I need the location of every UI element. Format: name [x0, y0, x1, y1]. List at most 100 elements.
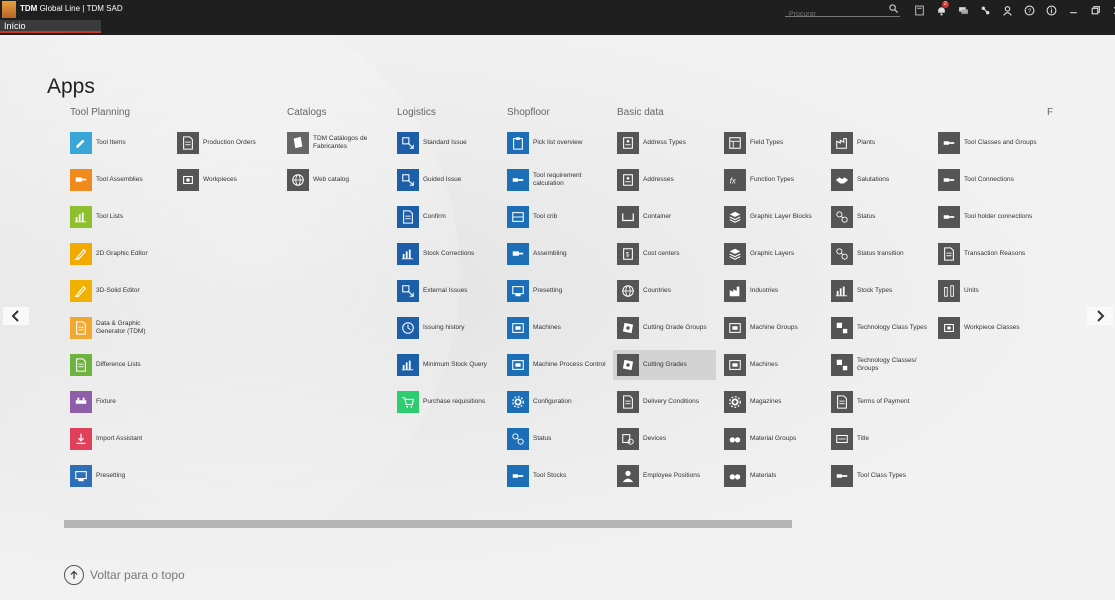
notifications-icon[interactable]: 2: [930, 1, 952, 17]
issue-icon: [397, 280, 419, 302]
app-tile-label: TDM Catálogos de Fabricantes: [313, 135, 368, 150]
app-tile-technology-classes-groups[interactable]: Technology Classes/ Groups: [827, 350, 930, 380]
app-tile-issuing-history[interactable]: Issuing history: [393, 313, 496, 343]
app-tile-fixture[interactable]: Fixture: [66, 387, 169, 417]
horizontal-scrollbar[interactable]: [64, 520, 792, 528]
app-tile-cutting-grades[interactable]: Cutting Grades: [613, 350, 716, 380]
app-tile-guided-issue[interactable]: Guided Issue: [393, 165, 496, 195]
app-tile-purchase-requisitions[interactable]: Purchase requisitions: [393, 387, 496, 417]
restore-icon[interactable]: [1084, 3, 1106, 17]
app-tile-tool-class-types[interactable]: Tool Class Types: [827, 461, 930, 491]
app-tile-workpieces[interactable]: Workpieces: [173, 165, 276, 195]
close-icon[interactable]: [1106, 3, 1115, 17]
user-icon[interactable]: [996, 3, 1018, 17]
scroll-left-button[interactable]: [3, 307, 29, 325]
app-tile-data-graphic-generator-tdm[interactable]: Data & Graphic Generator (TDM): [66, 313, 169, 343]
app-tile-presetting[interactable]: Presetting: [66, 461, 169, 491]
app-tile-field-types[interactable]: Field Types: [720, 128, 823, 158]
minimize-icon[interactable]: [1062, 3, 1084, 17]
connections-icon[interactable]: [974, 3, 996, 17]
app-tile-plants[interactable]: Plants: [827, 128, 930, 158]
app-tile-cost-centers[interactable]: $ Cost centers: [613, 239, 716, 269]
app-logo: [2, 1, 16, 18]
app-tile-label: Graphic Layers: [750, 250, 795, 257]
app-tile-graphic-layers[interactable]: Graphic Layers: [720, 239, 823, 269]
app-tile-2d-graphic-editor[interactable]: 2D Graphic Editor: [66, 239, 169, 269]
app-tile-delivery-conditions[interactable]: Delivery Conditions: [613, 387, 716, 417]
save-icon[interactable]: [908, 3, 930, 17]
app-tile-label: Cutting Grade Groups: [643, 324, 707, 331]
app-tile-tool-crib[interactable]: Tool crib: [503, 202, 606, 232]
document-icon: [938, 243, 960, 265]
app-tile-transaction-reasons[interactable]: Transaction Reasons: [934, 239, 1037, 269]
app-tile-title[interactable]: Title: [827, 424, 930, 454]
app-tile-units[interactable]: Units: [934, 276, 1037, 306]
app-tile-devices[interactable]: Devices: [613, 424, 716, 454]
app-tile-graphic-layer-blocks[interactable]: Graphic Layer Blocks: [720, 202, 823, 232]
app-tile-magazines[interactable]: Magazines: [720, 387, 823, 417]
scroll-right-button[interactable]: [1087, 307, 1113, 325]
app-tile-presetting[interactable]: Presetting: [503, 276, 606, 306]
back-to-top-link[interactable]: Voltar para o topo: [64, 565, 185, 585]
app-tile-cutting-grade-groups[interactable]: Cutting Grade Groups: [613, 313, 716, 343]
app-tile-web-catalog[interactable]: Web catalog: [283, 165, 386, 195]
app-tile-pick-list-overview[interactable]: Pick list overview: [503, 128, 606, 158]
globe-icon: [287, 169, 309, 191]
chat-icon[interactable]: [952, 3, 974, 17]
app-tile-tool-connections[interactable]: Tool Connections: [934, 165, 1037, 195]
app-tile-production-orders[interactable]: Production Orders: [173, 128, 276, 158]
app-tile-tool-classes-and-groups[interactable]: Tool Classes and Groups: [934, 128, 1037, 158]
app-tile-machines[interactable]: Machines: [720, 350, 823, 380]
app-tile-function-types[interactable]: fx Function Types: [720, 165, 823, 195]
app-tile-label: Countries: [643, 287, 671, 294]
search-box[interactable]: [785, 3, 900, 20]
app-tile-external-issues[interactable]: External Issues: [393, 276, 496, 306]
app-tile-difference-lists[interactable]: Difference Lists: [66, 350, 169, 380]
app-tile-countries[interactable]: Countries: [613, 276, 716, 306]
app-tile-configuration[interactable]: Configuration: [503, 387, 606, 417]
app-tile-status[interactable]: Status: [827, 202, 930, 232]
app-tile-confirm[interactable]: Confirm: [393, 202, 496, 232]
app-tile-terms-of-payment[interactable]: Terms of Payment: [827, 387, 930, 417]
app-tile-tool-stocks[interactable]: Tool Stocks: [503, 461, 606, 491]
app-tile-assembling[interactable]: Assembling: [503, 239, 606, 269]
app-tile-machine-process-control[interactable]: Machine Process Control: [503, 350, 606, 380]
app-tile-container[interactable]: Container: [613, 202, 716, 232]
app-tile-stock-corrections[interactable]: Stock Corrections: [393, 239, 496, 269]
app-tile-tool-requirement-calculation[interactable]: Tool requirement calculation: [503, 165, 606, 195]
app-tile-status[interactable]: Status: [503, 424, 606, 454]
help-icon[interactable]: ?: [1018, 3, 1040, 17]
app-tile-workpiece-classes[interactable]: Workpiece Classes: [934, 313, 1037, 343]
app-tile-machines[interactable]: Machines: [503, 313, 606, 343]
handshake-icon: [831, 169, 853, 191]
app-tile-import-assistant[interactable]: Import Assistant: [66, 424, 169, 454]
app-tile-address-types[interactable]: Address Types: [613, 128, 716, 158]
app-tile-3d-solid-editor[interactable]: 3D-Solid Editor: [66, 276, 169, 306]
app-tile-tdm-cat-logos-de-fabricantes[interactable]: TDM Catálogos de Fabricantes: [283, 128, 386, 158]
issue-icon: [397, 132, 419, 154]
app-tile-addresses[interactable]: Addresses: [613, 165, 716, 195]
app-tile-label: Stock Types: [857, 287, 893, 294]
app-tile-tool-assemblies[interactable]: Tool Assemblies: [66, 165, 169, 195]
fixture-icon: [70, 391, 92, 413]
pencil-icon: [70, 243, 92, 265]
app-tile-salutations[interactable]: Salutations: [827, 165, 930, 195]
app-tile-tool-holder-connections[interactable]: Tool holder connections: [934, 202, 1037, 232]
app-tile-materials[interactable]: Materials: [720, 461, 823, 491]
app-tile-machine-groups[interactable]: Machine Groups: [720, 313, 823, 343]
app-tile-tool-lists[interactable]: Tool Lists: [66, 202, 169, 232]
search-icon[interactable]: [889, 4, 898, 13]
search-input[interactable]: [785, 9, 889, 20]
app-tile-employee-positions[interactable]: Employee Positions: [613, 461, 716, 491]
app-tile-minimum-stock-query[interactable]: Minimum Stock Query: [393, 350, 496, 380]
tab-home[interactable]: Início: [0, 20, 101, 33]
app-tile-status-transition[interactable]: Status transition: [827, 239, 930, 269]
app-tile-tool-items[interactable]: Tool Items: [66, 128, 169, 158]
app-tile-standard-issue[interactable]: Standard Issue: [393, 128, 496, 158]
info-icon[interactable]: [1040, 3, 1062, 17]
app-tile-industries[interactable]: Industries: [720, 276, 823, 306]
svg-text:$: $: [626, 252, 630, 259]
app-tile-technology-class-types[interactable]: Technology Class Types: [827, 313, 930, 343]
app-tile-stock-types[interactable]: Stock Types: [827, 276, 930, 306]
app-tile-material-groups[interactable]: Material Groups: [720, 424, 823, 454]
